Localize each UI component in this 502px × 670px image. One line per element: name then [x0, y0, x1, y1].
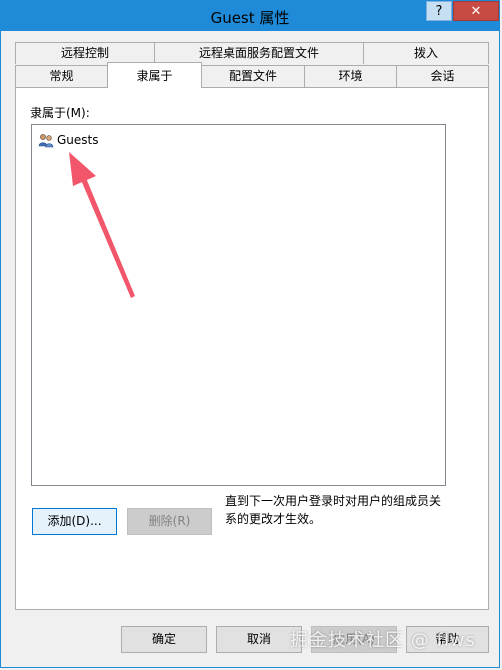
member-list[interactable]: Guests: [31, 124, 446, 486]
window-title: Guest 属性: [210, 9, 290, 27]
title-bar[interactable]: Guest 属性 ? ✕: [1, 1, 499, 31]
tab-dial-in[interactable]: 拨入: [363, 42, 489, 64]
tab-rds-profile[interactable]: 远程桌面服务配置文件: [154, 42, 364, 64]
help-title-button[interactable]: ?: [426, 1, 452, 21]
member-name: Guests: [57, 133, 99, 147]
tab-environment[interactable]: 环境: [304, 65, 397, 87]
member-of-label: 隶属于(M):: [30, 106, 90, 120]
membership-note: 直到下一次用户登录时对用户的组成员关系的更改才生效。: [225, 494, 442, 526]
tab-sessions[interactable]: 会话: [396, 65, 489, 87]
member-of-panel: 隶属于(M): Guests 添加(D)... 删除(R) 直到下一次用户登录时…: [15, 87, 489, 610]
tab-general[interactable]: 常规: [15, 65, 108, 87]
ok-button[interactable]: 确定: [121, 626, 207, 653]
tab-row-2: 常规 隶属于 配置文件 环境 会话: [15, 62, 489, 88]
remove-button[interactable]: 删除(R): [127, 508, 212, 535]
tab-member-of[interactable]: 隶属于: [107, 62, 202, 88]
properties-dialog: Guest 属性 ? ✕ 远程控制 远程桌面服务配置文件 拨入 常规 隶属于 配…: [0, 0, 500, 668]
group-icon: [38, 134, 54, 148]
close-button[interactable]: ✕: [453, 1, 499, 21]
add-button[interactable]: 添加(D)...: [32, 508, 117, 535]
tab-profile[interactable]: 配置文件: [201, 65, 305, 87]
tab-remote-control[interactable]: 远程控制: [15, 42, 155, 64]
watermark: 掘金技术社区 @ flws: [290, 630, 476, 651]
tab-row-1: 远程控制 远程桌面服务配置文件 拨入: [15, 42, 489, 64]
list-item[interactable]: Guests: [38, 131, 99, 149]
